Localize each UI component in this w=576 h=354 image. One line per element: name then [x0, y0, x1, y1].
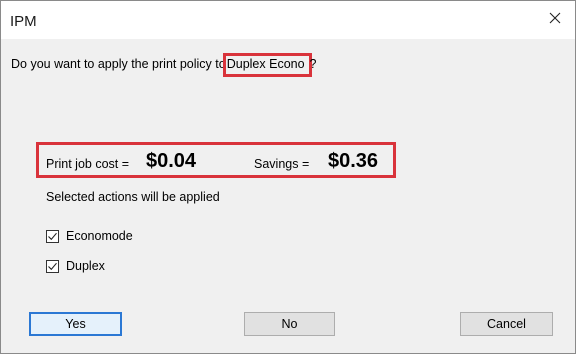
checkbox-row-economode[interactable]: Economode — [46, 229, 133, 243]
close-button[interactable] — [535, 1, 575, 39]
print-job-cost-value: $0.04 — [146, 150, 197, 172]
policy-name-highlight: Duplex Econo — [222, 53, 312, 77]
cancel-button[interactable]: Cancel — [460, 312, 553, 336]
duplex-checkbox[interactable] — [46, 259, 59, 273]
print-job-cost-label: Print job cost = — [46, 157, 130, 171]
economode-checkbox[interactable] — [46, 229, 59, 243]
checkmark-icon — [48, 262, 57, 270]
policy-name: Duplex Econo — [226, 57, 305, 71]
checkmark-icon — [48, 232, 57, 240]
applied-notice: Selected actions will be applied — [46, 190, 220, 204]
question-suffix: ? — [309, 57, 317, 71]
economode-label: Economode — [66, 229, 133, 243]
close-icon — [549, 11, 561, 29]
checkbox-row-duplex[interactable]: Duplex — [46, 259, 105, 273]
window-title: IPM — [10, 13, 37, 30]
policy-question: Do you want to apply the print policy to… — [11, 53, 317, 77]
cost-summary-highlight: Print job cost = $0.04 Savings = $0.36 — [36, 142, 396, 178]
question-prefix: Do you want to apply the print policy to — [11, 57, 226, 71]
ipm-dialog-window: IPM Do you want to apply the print polic… — [0, 0, 576, 354]
yes-button[interactable]: Yes — [29, 312, 122, 336]
savings-value: $0.36 — [328, 150, 379, 172]
duplex-label: Duplex — [66, 259, 105, 273]
title-bar: IPM — [1, 1, 575, 39]
no-button[interactable]: No — [244, 312, 335, 336]
savings-label: Savings = — [254, 157, 310, 171]
